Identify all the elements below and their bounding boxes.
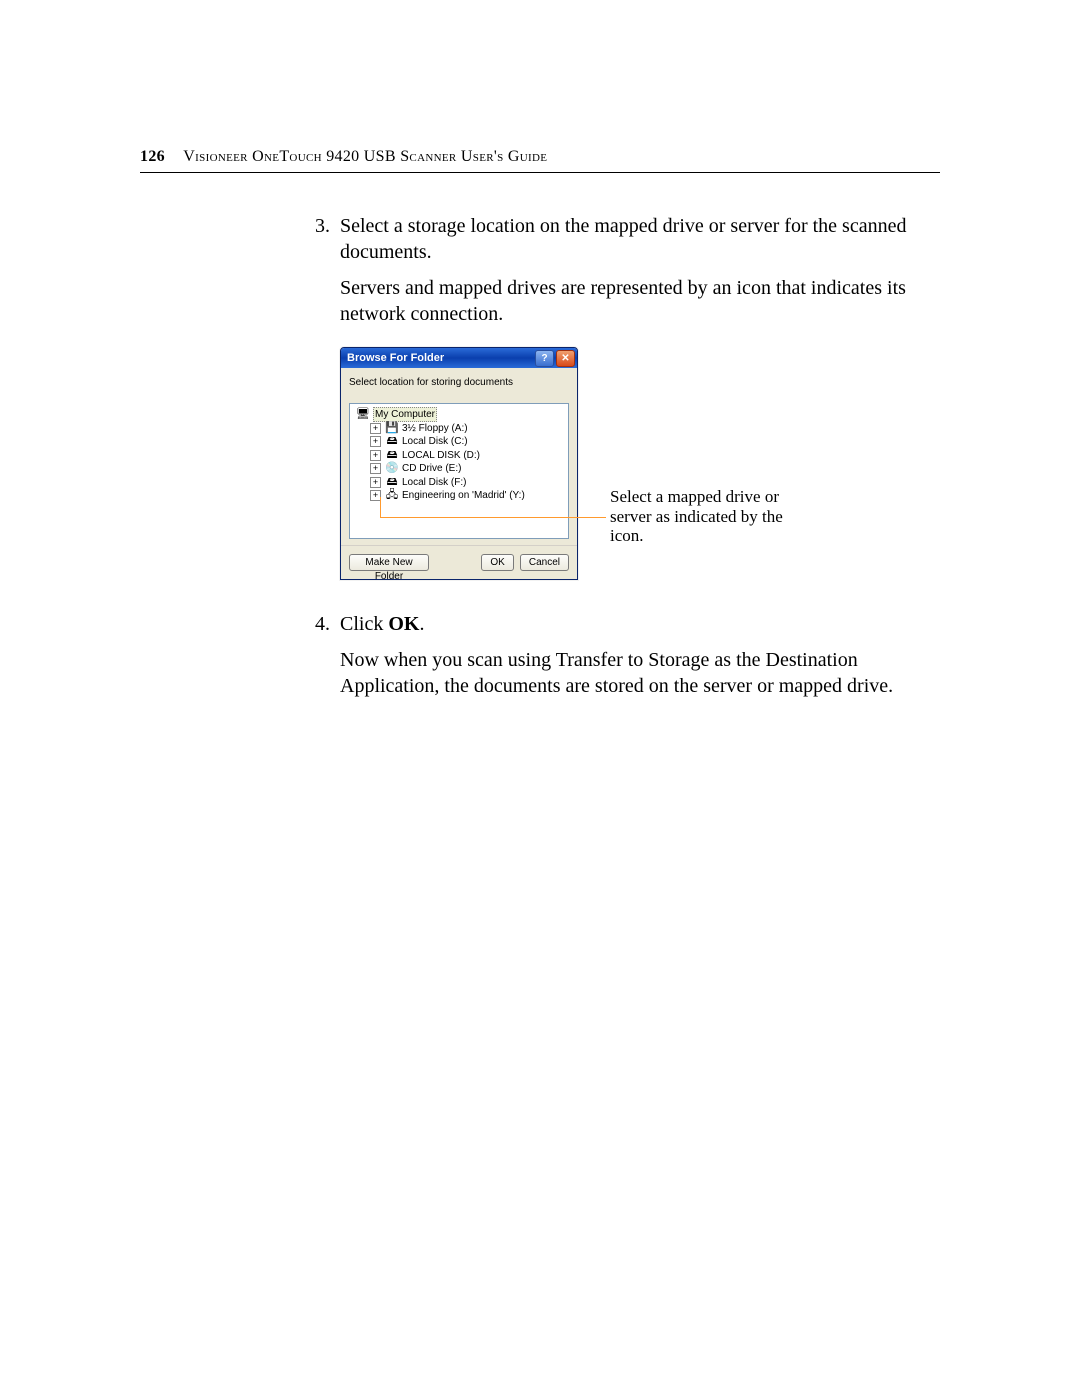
step-4: 4. Click OK. Now when you scan using Tra… [280, 611, 940, 699]
expand-icon[interactable]: + [370, 450, 381, 461]
step-number: 4. [300, 611, 330, 637]
dialog-titlebar[interactable]: Browse For Folder ? ✕ [341, 348, 577, 368]
expand-icon[interactable]: + [370, 477, 381, 488]
running-head: 126 Visioneer OneTouch 9420 USB Scanner … [140, 148, 940, 166]
cd-icon: 💿 [385, 463, 399, 474]
callout-leader-line [380, 517, 606, 518]
dialog-instruction: Select location for storing documents [349, 376, 569, 389]
step-3-para-2: Servers and mapped drives are represente… [340, 275, 940, 327]
cancel-button[interactable]: Cancel [520, 554, 569, 571]
tree-item[interactable]: + 🖴 Local Disk (F:) [356, 476, 566, 490]
header-rule [140, 172, 940, 173]
expand-icon[interactable]: + [370, 463, 381, 474]
tree-item[interactable]: + 🖴 LOCAL DISK (D:) [356, 449, 566, 463]
callout-text: Select a mapped drive or server as indic… [610, 487, 810, 546]
floppy-icon: 💾 [385, 423, 399, 434]
dialog-title: Browse For Folder [347, 351, 533, 365]
ok-button[interactable]: OK [481, 554, 513, 571]
make-new-folder-button[interactable]: Make New Folder [349, 554, 429, 571]
expand-icon[interactable]: + [370, 436, 381, 447]
step-3-para-1: Select a storage location on the mapped … [340, 213, 940, 265]
page-number: 126 [140, 148, 165, 165]
disk-icon: 🖴 [385, 477, 399, 488]
expand-icon[interactable]: + [370, 423, 381, 434]
running-title: Visioneer OneTouch 9420 USB Scanner User… [183, 148, 547, 165]
network-drive-icon: 🖧 [385, 490, 399, 501]
browse-for-folder-dialog: Browse For Folder ? ✕ Select location fo… [340, 347, 578, 580]
computer-icon: 🖥 [356, 409, 370, 420]
tree-item[interactable]: + 🖧 Engineering on 'Madrid' (Y:) [356, 489, 566, 503]
step-number: 3. [300, 213, 330, 239]
dialog-figure: Browse For Folder ? ✕ Select location fo… [340, 347, 960, 587]
disk-icon: 🖴 [385, 450, 399, 461]
folder-tree[interactable]: 🖥 My Computer + 💾 3½ Floppy (A:) [349, 403, 569, 539]
step-3: 3. Select a storage location on the mapp… [280, 213, 940, 587]
tree-root-label: My Computer [373, 407, 437, 422]
tree-item[interactable]: + 💾 3½ Floppy (A:) [356, 422, 566, 436]
tree-item[interactable]: + 💿 CD Drive (E:) [356, 462, 566, 476]
tree-item[interactable]: + 🖴 Local Disk (C:) [356, 435, 566, 449]
close-icon[interactable]: ✕ [556, 350, 575, 367]
step-4-para-2: Now when you scan using Transfer to Stor… [340, 647, 940, 699]
disk-icon: 🖴 [385, 436, 399, 447]
tree-root-row[interactable]: 🖥 My Computer [356, 408, 566, 422]
help-icon[interactable]: ? [535, 350, 554, 367]
step-4-para-1: Click OK. [340, 611, 940, 637]
